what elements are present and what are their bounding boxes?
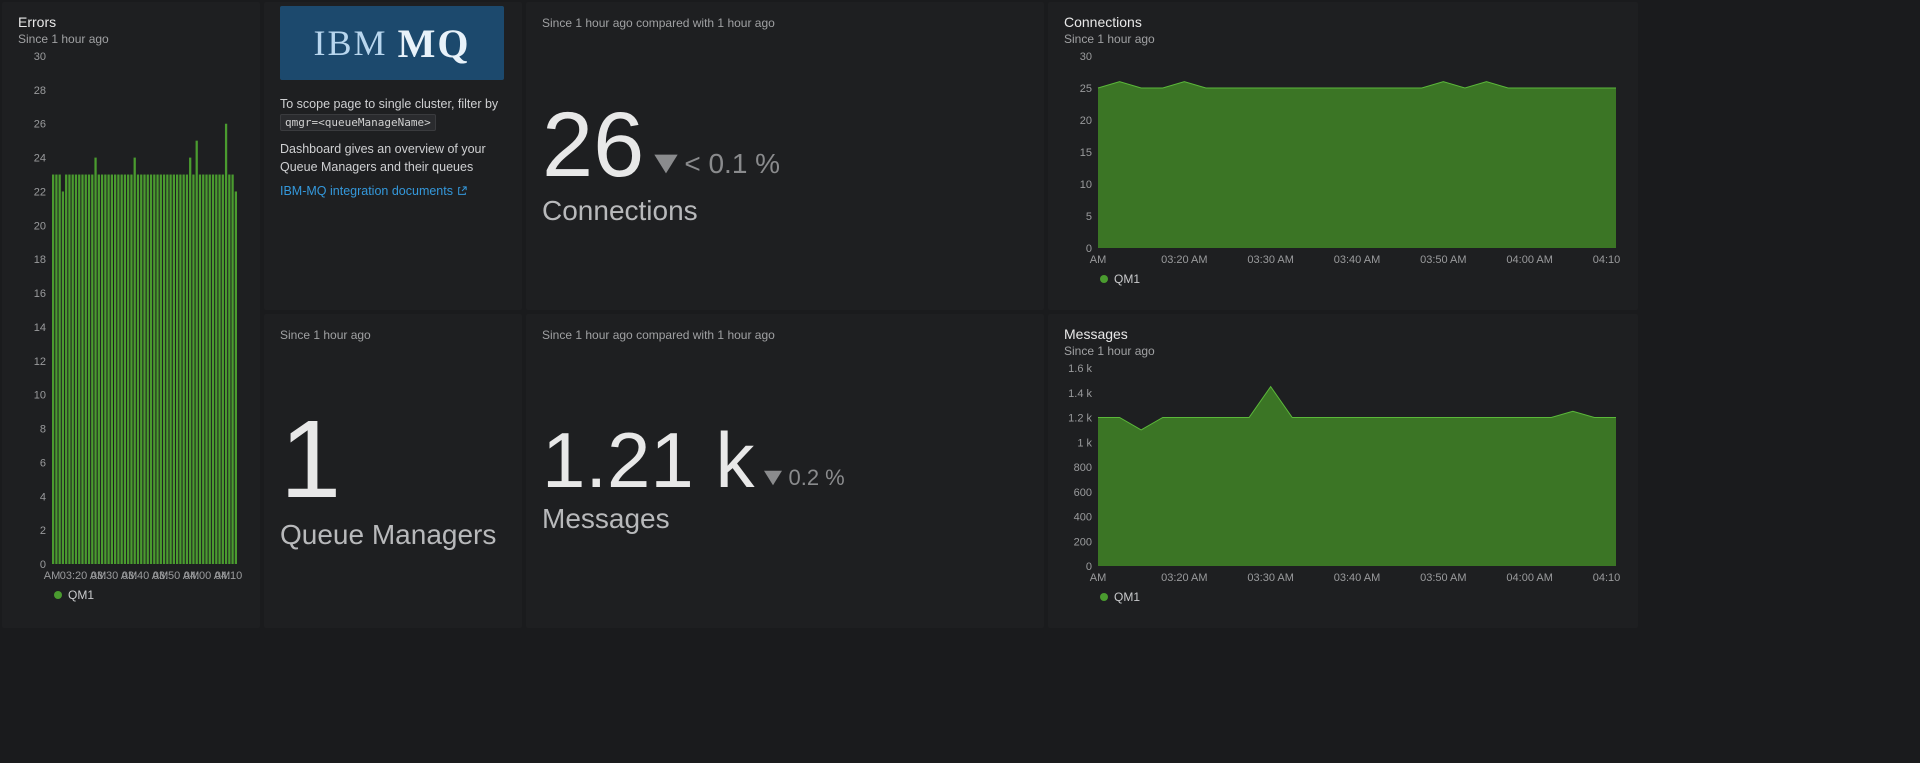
messages-label: Messages: [542, 503, 1028, 535]
svg-text:04:10 AM: 04:10 AM: [1593, 254, 1622, 266]
legend-item[interactable]: QM1: [1100, 590, 1140, 604]
errors-chart[interactable]: 024681012141618202224262830AM03:20 AM03:…: [18, 52, 244, 582]
messages-chart[interactable]: 02004006008001 k1.2 k1.4 k1.6 kAM03:20 A…: [1064, 364, 1622, 584]
svg-text:26: 26: [34, 119, 46, 131]
svg-text:400: 400: [1074, 512, 1092, 524]
errors-chart-panel: Errors Since 1 hour ago 0246810121416182…: [2, 2, 260, 628]
legend-dot-icon: [1100, 593, 1108, 601]
trend-down-icon: [762, 469, 784, 487]
svg-text:03:50 AM: 03:50 AM: [1420, 254, 1466, 266]
svg-text:03:30 AM: 03:30 AM: [1247, 572, 1293, 584]
legend-item[interactable]: QM1: [54, 588, 94, 602]
svg-text:15: 15: [1080, 147, 1092, 159]
panel-subtitle: Since 1 hour ago compared with 1 hour ag…: [542, 328, 1028, 342]
svg-text:30: 30: [34, 52, 46, 63]
svg-text:04:10 AM: 04:10 AM: [215, 570, 244, 582]
svg-text:03:50 AM: 03:50 AM: [1420, 572, 1466, 584]
qm-stat-panel: Since 1 hour ago 1 Queue Managers: [264, 314, 522, 628]
panel-subtitle: Since 1 hour ago: [1064, 344, 1622, 358]
svg-text:4: 4: [40, 491, 46, 503]
svg-text:22: 22: [34, 186, 46, 198]
svg-text:10: 10: [1080, 179, 1092, 191]
svg-text:18: 18: [34, 254, 46, 266]
docs-link[interactable]: IBM-MQ integration documents: [280, 184, 467, 198]
dashboard-description: Dashboard gives an overview of your Queu…: [280, 141, 506, 176]
messages-trend: 0.2 %: [762, 465, 844, 491]
logo-ibm-text: IBM: [314, 22, 388, 64]
svg-text:1.4 k: 1.4 k: [1068, 388, 1092, 400]
legend-item[interactable]: QM1: [1100, 272, 1140, 286]
svg-text:03:20 AM: 03:20 AM: [1161, 572, 1207, 584]
connections-chart[interactable]: 051015202530AM03:20 AM03:30 AM03:40 AM03…: [1064, 52, 1622, 266]
svg-text:04:00 AM: 04:00 AM: [1506, 254, 1552, 266]
connections-stat-panel: Since 1 hour ago compared with 1 hour ag…: [526, 2, 1044, 310]
svg-text:14: 14: [34, 322, 46, 334]
messages-chart-panel: Messages Since 1 hour ago 02004006008001…: [1048, 314, 1638, 628]
svg-text:20: 20: [34, 220, 46, 232]
connections-value: 26: [542, 99, 644, 191]
connections-label: Connections: [542, 195, 1028, 227]
scope-code: qmgr=<queueManageName>: [280, 114, 436, 131]
panel-subtitle: Since 1 hour ago compared with 1 hour ag…: [542, 16, 1028, 30]
svg-text:2: 2: [40, 525, 46, 537]
legend-dot-icon: [54, 591, 62, 599]
svg-text:25: 25: [1080, 83, 1092, 95]
svg-text:12: 12: [34, 356, 46, 368]
svg-text:03:30 AM: 03:30 AM: [1247, 254, 1293, 266]
svg-text:03:20 AM: 03:20 AM: [1161, 254, 1207, 266]
panel-subtitle: Since 1 hour ago: [280, 328, 506, 342]
messages-stat-panel: Since 1 hour ago compared with 1 hour ag…: [526, 314, 1044, 628]
svg-text:1.6 k: 1.6 k: [1068, 364, 1092, 375]
trend-down-icon: [652, 152, 680, 176]
svg-text:1.2 k: 1.2 k: [1068, 413, 1092, 425]
svg-text:600: 600: [1074, 487, 1092, 499]
svg-text:800: 800: [1074, 462, 1092, 474]
svg-text:04:10 AM: 04:10 AM: [1593, 572, 1622, 584]
svg-text:200: 200: [1074, 536, 1092, 548]
svg-text:28: 28: [34, 85, 46, 97]
svg-text:03:40 AM: 03:40 AM: [1334, 254, 1380, 266]
svg-text:24: 24: [34, 153, 46, 165]
panel-subtitle: Since 1 hour ago: [18, 32, 244, 46]
svg-text:AM: AM: [1090, 572, 1107, 584]
info-panel: IBM MQ To scope page to single cluster, …: [264, 2, 522, 310]
panel-title: Messages: [1064, 326, 1622, 342]
panel-subtitle: Since 1 hour ago: [1064, 32, 1622, 46]
svg-text:5: 5: [1086, 211, 1092, 223]
svg-text:8: 8: [40, 424, 46, 436]
qm-value: 1: [280, 405, 341, 515]
logo: IBM MQ: [280, 6, 504, 80]
connections-chart-panel: Connections Since 1 hour ago 05101520253…: [1048, 2, 1638, 310]
svg-text:04:00 AM: 04:00 AM: [1506, 572, 1552, 584]
panel-title: Errors: [18, 14, 244, 30]
external-link-icon: [457, 186, 467, 196]
svg-text:16: 16: [34, 288, 46, 300]
connections-trend: < 0.1 %: [652, 148, 780, 180]
svg-text:6: 6: [40, 457, 46, 469]
messages-value: 1.21 k: [542, 421, 754, 499]
legend-dot-icon: [1100, 275, 1108, 283]
svg-text:AM: AM: [1090, 254, 1107, 266]
svg-text:20: 20: [1080, 115, 1092, 127]
scope-text: To scope page to single cluster, filter …: [280, 96, 506, 131]
svg-text:AM: AM: [44, 570, 61, 582]
svg-text:10: 10: [34, 390, 46, 402]
logo-mq-text: MQ: [398, 20, 471, 67]
qm-label: Queue Managers: [280, 519, 506, 551]
panel-title: Connections: [1064, 14, 1622, 30]
svg-text:30: 30: [1080, 52, 1092, 63]
svg-text:1 k: 1 k: [1077, 437, 1092, 449]
svg-text:03:40 AM: 03:40 AM: [1334, 572, 1380, 584]
